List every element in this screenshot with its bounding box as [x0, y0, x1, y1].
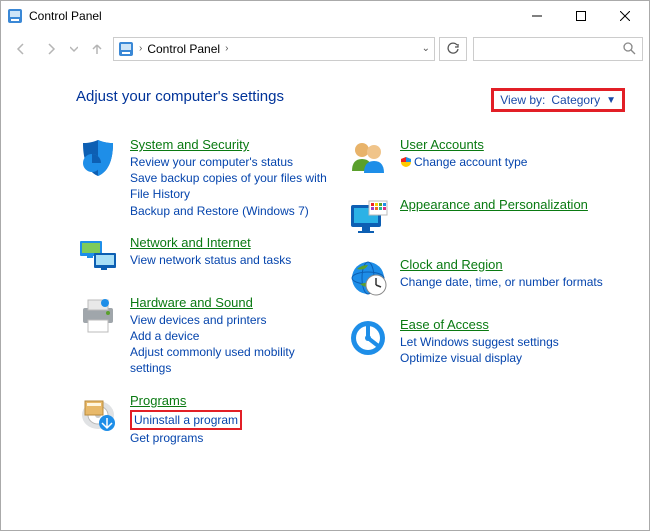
- window-title: Control Panel: [29, 9, 515, 23]
- task-link[interactable]: Get programs: [130, 430, 336, 446]
- category-system-security: System and Security Review your computer…: [76, 137, 336, 219]
- recent-locations-dropdown[interactable]: [67, 36, 81, 62]
- task-link[interactable]: View devices and printers: [130, 312, 336, 328]
- control-panel-titlebar-icon: [7, 8, 23, 24]
- user-accounts-icon: [346, 137, 390, 181]
- task-link[interactable]: View network status and tasks: [130, 252, 336, 268]
- search-input[interactable]: [473, 37, 643, 61]
- category-ease-of-access: Ease of Access Let Windows suggest setti…: [346, 317, 629, 366]
- address-dropdown-icon[interactable]: ⌄: [422, 43, 430, 54]
- task-link[interactable]: Save backup copies of your files with Fi…: [130, 170, 336, 202]
- category-appearance: Appearance and Personalization: [346, 197, 629, 241]
- network-icon: [76, 235, 120, 279]
- shield-icon: [76, 137, 120, 181]
- task-link[interactable]: Change date, time, or number formats: [400, 274, 629, 290]
- forward-button[interactable]: [37, 36, 65, 62]
- category-title-link[interactable]: User Accounts: [400, 137, 484, 152]
- category-title-link[interactable]: Clock and Region: [400, 257, 503, 272]
- search-icon: [623, 42, 636, 55]
- task-link-uninstall-program[interactable]: Uninstall a program: [134, 413, 238, 427]
- category-title-link[interactable]: Appearance and Personalization: [400, 197, 588, 212]
- task-link[interactable]: Add a device: [130, 328, 336, 344]
- maximize-button[interactable]: [559, 2, 603, 30]
- category-clock-region: Clock and Region Change date, time, or n…: [346, 257, 629, 301]
- category-title-link[interactable]: Programs: [130, 393, 186, 408]
- crumb-chevron-icon[interactable]: ›: [225, 43, 228, 54]
- ease-of-access-icon: [346, 317, 390, 361]
- category-user-accounts: User Accounts Change account type: [346, 137, 629, 181]
- category-hardware-sound: Hardware and Sound View devices and prin…: [76, 295, 336, 377]
- nav-row: › Control Panel › ⌄: [1, 31, 649, 66]
- breadcrumb[interactable]: Control Panel: [147, 42, 220, 56]
- category-title-link[interactable]: Ease of Access: [400, 317, 489, 332]
- category-title-link[interactable]: System and Security: [130, 137, 249, 152]
- view-by-value: Category: [551, 93, 600, 107]
- crumb-chevron-icon[interactable]: ›: [139, 43, 142, 54]
- refresh-button[interactable]: [439, 37, 467, 61]
- minimize-button[interactable]: [515, 2, 559, 30]
- page-title: Adjust your computer's settings: [76, 88, 284, 105]
- view-by-label: View by:: [500, 93, 545, 107]
- body: Adjust your computer's settings View by:…: [1, 66, 649, 530]
- uac-shield-icon: [400, 156, 412, 168]
- chevron-down-icon: ▼: [606, 95, 616, 106]
- category-network-internet: Network and Internet View network status…: [76, 235, 336, 279]
- category-title-link[interactable]: Hardware and Sound: [130, 295, 253, 310]
- task-link[interactable]: Review your computer's status: [130, 154, 336, 170]
- programs-icon: [76, 393, 120, 437]
- control-panel-crumb-icon: [118, 41, 134, 57]
- task-link[interactable]: Backup and Restore (Windows 7): [130, 203, 336, 219]
- view-by-selector[interactable]: View by: Category ▼: [491, 88, 625, 112]
- clock-icon: [346, 257, 390, 301]
- address-bar[interactable]: › Control Panel › ⌄: [113, 37, 435, 61]
- task-link[interactable]: Adjust commonly used mobility settings: [130, 344, 336, 376]
- titlebar: Control Panel: [1, 1, 649, 31]
- task-link[interactable]: Optimize visual display: [400, 350, 629, 366]
- up-button[interactable]: [83, 36, 111, 62]
- category-title-link[interactable]: Network and Internet: [130, 235, 251, 250]
- appearance-icon: [346, 197, 390, 241]
- close-button[interactable]: [603, 2, 647, 30]
- highlight-box: Uninstall a program: [130, 410, 242, 430]
- task-link[interactable]: Change account type: [400, 154, 629, 170]
- task-link[interactable]: Let Windows suggest settings: [400, 334, 629, 350]
- category-programs: Programs Uninstall a program Get program…: [76, 393, 336, 446]
- printer-icon: [76, 295, 120, 339]
- back-button[interactable]: [7, 36, 35, 62]
